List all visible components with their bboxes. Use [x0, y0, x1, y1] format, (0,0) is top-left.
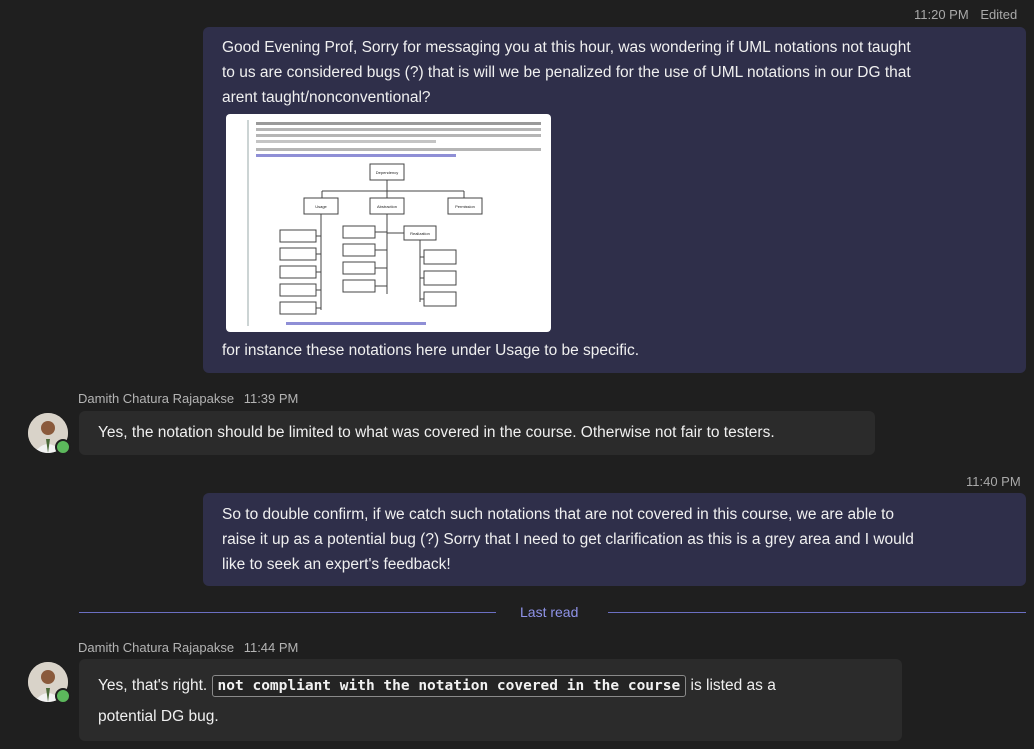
- message-text-line: like to seek an expert's feedback!: [222, 556, 451, 573]
- message-text-line: So to double confirm, if we catch such n…: [222, 506, 895, 523]
- uml-box-mid: Abstraction: [377, 204, 397, 209]
- sender-line: Damith Chatura Rajapakse 11:39 PM: [78, 391, 298, 406]
- message-text-line: to us are considered bugs (?) that is wi…: [222, 64, 911, 81]
- message-meta: 11:40 PM: [966, 474, 1021, 489]
- uml-box-root: Dependency: [376, 170, 398, 175]
- edited-label: Edited: [980, 7, 1018, 22]
- message-bubble-theirs[interactable]: Yes, the notation should be limited to w…: [79, 411, 875, 455]
- last-read-divider-right: [608, 612, 1026, 613]
- message-time: 11:44 PM: [243, 640, 299, 655]
- presence-available-icon: [55, 688, 71, 704]
- uml-box-right: Permission: [455, 204, 475, 209]
- sender-line: Damith Chatura Rajapakse 11:44 PM: [78, 640, 298, 655]
- message-text-line: for instance these notations here under …: [222, 342, 640, 359]
- message-bubble-mine[interactable]: Good Evening Prof, Sorry for messaging y…: [203, 27, 1026, 373]
- uml-box-sub: Realization: [410, 231, 430, 236]
- image-attachment[interactable]: Dependency Usage Abstraction Permission: [226, 114, 551, 332]
- inline-code: not compliant with the notation covered …: [211, 675, 687, 697]
- message-text: is listed as a: [690, 677, 776, 694]
- message-text-line: Yes, that's right. not compliant with th…: [98, 672, 776, 700]
- message-text-line: raise it up as a potential bug (?) Sorry…: [222, 531, 914, 548]
- message-text-line: potential DG bug.: [98, 708, 219, 725]
- message-time: 11:20 PM: [914, 7, 969, 22]
- presence-available-icon: [55, 439, 71, 455]
- sender-name[interactable]: Damith Chatura Rajapakse: [78, 640, 234, 655]
- message-bubble-mine[interactable]: So to double confirm, if we catch such n…: [203, 493, 1026, 586]
- message-bubble-theirs[interactable]: Yes, that's right. not compliant with th…: [79, 659, 902, 741]
- uml-diagram-thumbnail: Dependency Usage Abstraction Permission: [247, 120, 541, 326]
- message-meta: 11:20 PM Edited: [914, 7, 1017, 22]
- message-text-line: arent taught/nonconventional?: [222, 89, 431, 106]
- message-text: Yes, that's right.: [98, 677, 208, 694]
- last-read-divider-left: [79, 612, 496, 613]
- message-text: Yes, the notation should be limited to w…: [98, 424, 775, 441]
- message-text-line: Good Evening Prof, Sorry for messaging y…: [222, 39, 911, 56]
- last-read-label: Last read: [520, 604, 579, 620]
- message-time: 11:40 PM: [966, 474, 1021, 489]
- sender-name[interactable]: Damith Chatura Rajapakse: [78, 391, 234, 406]
- uml-box-left: Usage: [315, 204, 327, 209]
- message-time: 11:39 PM: [243, 391, 299, 406]
